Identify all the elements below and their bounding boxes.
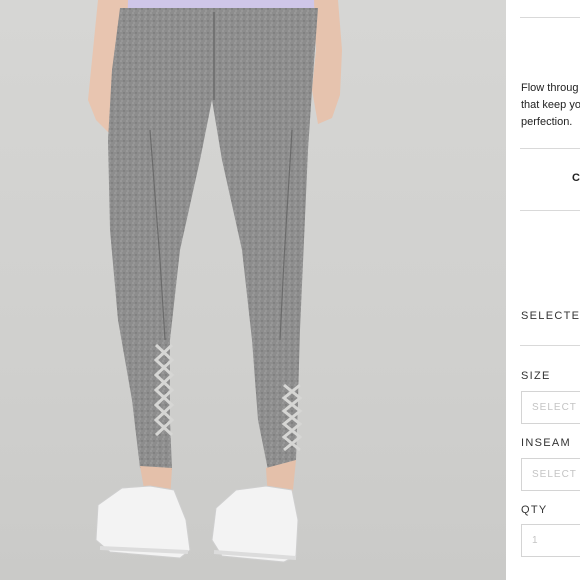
divider (520, 210, 580, 211)
divider (520, 17, 580, 18)
qty-input[interactable]: 1 (521, 524, 580, 557)
product-photo-illustration (88, 0, 342, 563)
product-info-panel: Flow throug that keep yo perfection. C S… (520, 0, 580, 580)
inseam-select[interactable]: SELECT (521, 458, 580, 491)
divider (520, 345, 580, 346)
inseam-select-placeholder: SELECT (532, 469, 577, 480)
description-line: Flow throug (521, 82, 579, 94)
collapsible-section-title[interactable]: C (572, 172, 580, 184)
product-description: Flow throug that keep yo perfection. (521, 80, 580, 131)
size-select[interactable]: SELECT (521, 391, 580, 424)
description-line: perfection. (521, 116, 573, 128)
gutter (506, 0, 520, 580)
size-label: SIZE (521, 370, 551, 382)
qty-value: 1 (532, 535, 539, 546)
description-line: that keep yo (521, 99, 580, 111)
divider (520, 148, 580, 149)
size-select-placeholder: SELECT (532, 402, 577, 413)
inseam-label: INSEAM (521, 437, 571, 449)
qty-label: QTY (521, 504, 548, 516)
right-sneaker (211, 485, 299, 563)
product-photo[interactable] (0, 0, 506, 580)
selected-color-label: SELECTED (521, 310, 580, 322)
